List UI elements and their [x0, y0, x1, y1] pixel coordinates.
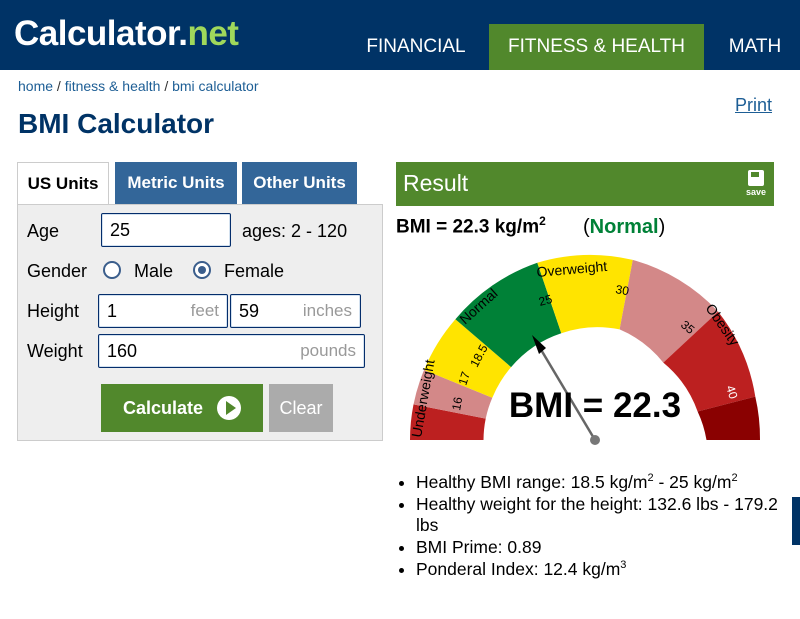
height-feet-unit: feet: [190, 301, 219, 320]
status-close-paren: ): [658, 216, 666, 238]
weight-label: Weight: [27, 341, 83, 361]
site-logo[interactable]: Calculator.net: [14, 14, 239, 54]
play-icon: [217, 396, 242, 420]
height-inches-unit: inches: [302, 301, 352, 320]
bmi-result-text: BMI = 22.3 kg/m2: [396, 214, 546, 238]
gender-label: Gender: [27, 261, 88, 281]
weight-value: 160: [107, 340, 138, 361]
result-header: Result save: [396, 162, 774, 206]
bmi-status: (Normal): [583, 216, 665, 239]
status-open-paren: (: [583, 216, 590, 238]
gender-female-radio[interactable]: [193, 261, 211, 279]
gauge-tick-30: 30: [614, 282, 630, 298]
feedback-tab[interactable]: [792, 497, 800, 545]
bmi-prime-item: BMI Prime: 0.89: [416, 537, 796, 558]
gender-male-label[interactable]: Male: [134, 261, 173, 282]
height-inches-value: 59: [239, 300, 260, 321]
tab-us-units[interactable]: US Units: [17, 162, 109, 205]
bmi-gauge: Underweight Normal Overweight Obesity 16…: [408, 254, 761, 445]
breadcrumb: home / fitness & health / bmi calculator: [18, 78, 258, 94]
status-normal: Normal: [589, 216, 659, 238]
save-icon[interactable]: save: [746, 170, 766, 200]
range-mid: - 25 kg/m: [653, 472, 732, 492]
nav-financial[interactable]: FINANCIAL: [348, 24, 484, 70]
tab-other-units[interactable]: Other Units: [242, 162, 357, 204]
ponderal-index-item: Ponderal Index: 12.4 kg/m3: [416, 559, 796, 580]
gauge-tick-16: 16: [449, 396, 465, 412]
nav-math[interactable]: MATH: [710, 24, 800, 70]
gender-female-label[interactable]: Female: [224, 261, 284, 282]
breadcrumb-fitness[interactable]: fitness & health: [65, 78, 161, 94]
range-text: Healthy BMI range: 18.5 kg/m: [416, 472, 648, 492]
healthy-weight-item: Healthy weight for the height: 132.6 lbs…: [416, 494, 796, 536]
breadcrumb-current[interactable]: bmi calculator: [172, 78, 258, 94]
save-caption: save: [746, 187, 767, 197]
bmi-result-value: BMI = 22.3 kg/m: [396, 216, 540, 238]
breadcrumb-home[interactable]: home: [18, 78, 53, 94]
calculate-button[interactable]: Calculate: [101, 384, 263, 432]
logo-accent-text: net: [187, 14, 239, 53]
ponderal-exponent: 3: [620, 559, 627, 572]
age-input[interactable]: 25: [101, 213, 231, 247]
logo-main-text: Calculator.: [14, 14, 188, 53]
gauge-bmi-label: BMI = 22.3: [509, 386, 681, 425]
page-title: BMI Calculator: [18, 108, 215, 139]
tab-metric-units[interactable]: Metric Units: [115, 162, 237, 204]
bmi-stats-list: Healthy BMI range: 18.5 kg/m2 - 25 kg/m2…: [396, 472, 796, 581]
height-feet-value: 1: [107, 300, 118, 321]
range-exponent-2: 2: [731, 472, 738, 485]
height-feet-input[interactable]: 1 feet: [98, 294, 228, 328]
clear-button[interactable]: Clear: [269, 384, 333, 432]
breadcrumb-separator: /: [160, 78, 173, 94]
calculate-label: Calculate: [122, 397, 204, 418]
height-label: Height: [27, 301, 80, 321]
result-title: Result: [403, 170, 469, 196]
ponderal-text: Ponderal Index: 12.4 kg/m: [416, 559, 621, 579]
bmi-unit-exponent: 2: [539, 214, 546, 228]
age-label: Age: [27, 221, 60, 241]
weight-input[interactable]: 160 pounds: [98, 334, 365, 368]
floppy-disk-icon: [748, 170, 764, 186]
weight-unit: pounds: [300, 341, 356, 360]
print-link[interactable]: Print: [735, 95, 772, 116]
healthy-bmi-range-item: Healthy BMI range: 18.5 kg/m2 - 25 kg/m2: [416, 472, 796, 493]
height-inches-input[interactable]: 59 inches: [230, 294, 361, 328]
breadcrumb-separator: /: [53, 78, 65, 94]
age-value: 25: [110, 219, 131, 240]
nav-fitness-health[interactable]: FITNESS & HEALTH: [489, 24, 704, 70]
gender-male-radio[interactable]: [103, 261, 121, 279]
top-navigation-bar: Calculator.net FINANCIAL FITNESS & HEALT…: [0, 0, 800, 70]
age-hint: ages: 2 - 120: [242, 221, 348, 241]
gauge-needle-pivot: [590, 435, 600, 445]
